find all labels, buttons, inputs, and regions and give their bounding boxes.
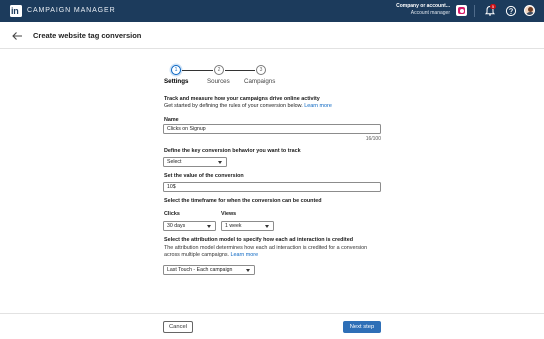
account-name: Company or account... bbox=[396, 3, 450, 9]
chevron-down-icon bbox=[207, 225, 211, 228]
step-connector bbox=[182, 70, 213, 71]
account-switcher[interactable]: Company or account... Account manager bbox=[396, 3, 450, 17]
attribution-learn-more-link[interactable]: Learn more bbox=[231, 252, 259, 258]
intro-subtext: Get started by defining the rules of you… bbox=[164, 103, 332, 110]
next-step-button[interactable]: Next step bbox=[343, 321, 381, 333]
chevron-down-icon bbox=[218, 161, 222, 164]
step-label-settings[interactable]: Settings bbox=[164, 78, 188, 86]
name-character-counter: 16/100 bbox=[365, 136, 381, 142]
timeframe-label: Select the timeframe for when the conver… bbox=[164, 198, 322, 204]
attribution-description: The attribution model determines how eac… bbox=[164, 245, 368, 251]
logo-text: in bbox=[11, 6, 19, 16]
step-label-sources[interactable]: Sources bbox=[207, 78, 230, 86]
attribution-select-value: Last Touch - Each campaign bbox=[167, 267, 233, 273]
account-badge-icon[interactable] bbox=[456, 5, 467, 16]
app-name: CAMPAIGN MANAGER bbox=[27, 7, 116, 14]
views-label: Views bbox=[221, 211, 237, 217]
top-navigation-bar: in CAMPAIGN MANAGER Company or account..… bbox=[0, 0, 544, 22]
step-connector bbox=[225, 70, 255, 71]
chevron-down-icon bbox=[246, 269, 250, 272]
nav-divider bbox=[474, 5, 475, 17]
name-input[interactable]: Clicks on Signup bbox=[163, 124, 381, 134]
help-icon[interactable] bbox=[505, 5, 517, 17]
behavior-label: Define the key conversion behavior you w… bbox=[164, 148, 301, 154]
behavior-select-value: Select bbox=[167, 159, 182, 165]
attribution-label: Select the attribution model to specify … bbox=[164, 237, 354, 243]
linkedin-logo[interactable]: in bbox=[10, 5, 22, 17]
cancel-button[interactable]: Cancel bbox=[163, 321, 193, 333]
clicks-label: Clicks bbox=[164, 211, 180, 217]
clicks-select-value: 30 days bbox=[167, 223, 186, 229]
avatar[interactable] bbox=[524, 5, 535, 16]
page-title: Create website tag conversion bbox=[33, 31, 142, 40]
step-2-indicator[interactable]: 2 bbox=[214, 65, 224, 75]
intro-sub-text: Get started by defining the rules of you… bbox=[164, 103, 303, 109]
behavior-select[interactable]: Select bbox=[163, 157, 227, 167]
value-label: Set the value of the conversion bbox=[164, 173, 244, 179]
attribution-desc-text: across multiple campaigns. bbox=[164, 252, 230, 258]
chevron-down-icon bbox=[265, 225, 269, 228]
step-label-campaigns[interactable]: Campaigns bbox=[244, 78, 275, 86]
value-input[interactable]: 10$ bbox=[163, 182, 381, 192]
arrow-left-icon[interactable] bbox=[11, 31, 23, 41]
attribution-description: across multiple campaigns. Learn more bbox=[164, 252, 258, 259]
attribution-model-select[interactable]: Last Touch - Each campaign bbox=[163, 265, 255, 275]
account-role: Account manager bbox=[410, 10, 450, 16]
views-select-value: 1 week bbox=[225, 223, 242, 229]
views-window-select[interactable]: 1 week bbox=[221, 221, 274, 231]
step-3-indicator[interactable]: 3 bbox=[256, 65, 266, 75]
intro-heading: Track and measure how your campaigns dri… bbox=[164, 96, 320, 102]
clicks-window-select[interactable]: 30 days bbox=[163, 221, 216, 231]
footer-divider bbox=[0, 313, 544, 314]
step-1-indicator[interactable]: 1 bbox=[171, 65, 181, 75]
name-label: Name bbox=[164, 117, 179, 123]
header-divider bbox=[0, 48, 544, 49]
notification-count-badge: 5 bbox=[490, 4, 496, 9]
learn-more-link[interactable]: Learn more bbox=[304, 103, 332, 109]
